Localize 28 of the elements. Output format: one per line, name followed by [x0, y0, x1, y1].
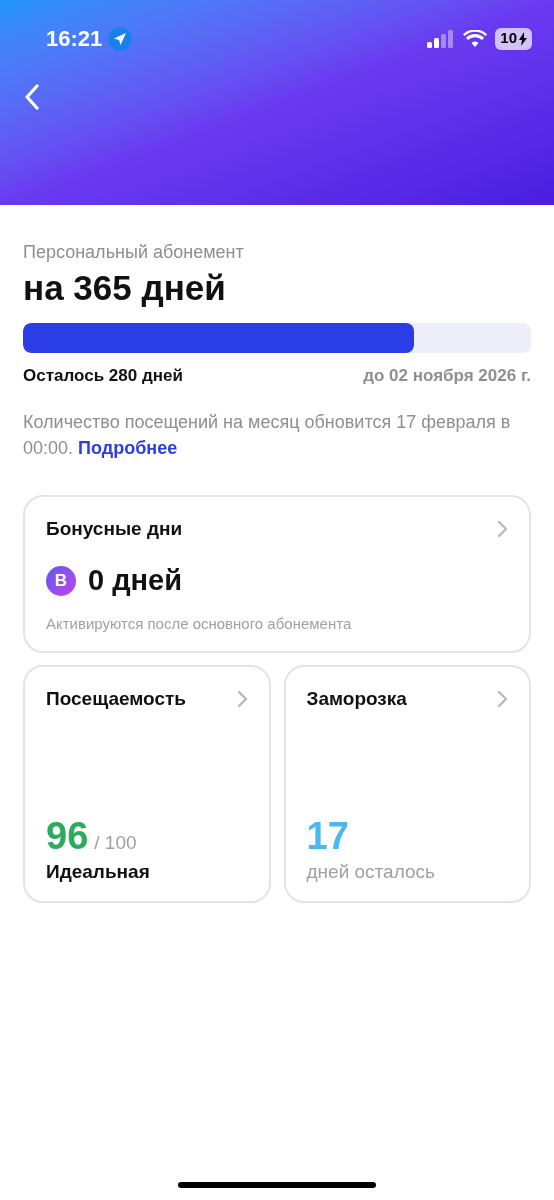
stat-card[interactable]: Заморозка 17 дней осталось — [283, 664, 531, 903]
chevron-right-icon — [497, 689, 508, 708]
subscription-title: на 365 дней — [23, 267, 227, 309]
visits-notice: Количество посещений на месяц обновится 17 февраля в 00:00. Подробнее — [23, 410, 512, 460]
bonus-caption: Активируются после основного абонемента — [46, 613, 353, 634]
battery-indicator: 10 — [495, 27, 532, 50]
stat-value: 17 — [306, 814, 349, 858]
subscription-label: Персональный абонемент — [23, 241, 245, 263]
card-title: Бонусные дни — [46, 516, 183, 541]
stat-card[interactable]: Посещаемость 96/ 100 Идеальная — [23, 664, 271, 903]
chevron-right-icon — [236, 689, 248, 708]
bonus-value: 0 дней — [88, 563, 183, 598]
stat-caption: Идеальная — [46, 860, 151, 884]
signal-icon — [427, 29, 456, 48]
chevron-right-icon — [497, 519, 508, 538]
bonus-badge: B — [46, 565, 76, 596]
stat-value: 96 — [46, 814, 89, 858]
more-link[interactable]: Подробнее — [78, 437, 178, 458]
bolt-icon — [519, 31, 527, 46]
card-title: Заморозка — [306, 686, 407, 711]
stat-max: / 100 — [94, 831, 137, 855]
end-date: до 02 ноября 2026 г. — [363, 365, 531, 387]
card-title: Посещаемость — [46, 686, 186, 711]
status-time: 16:21 — [46, 25, 103, 53]
remaining-days: Осталось 280 дней — [23, 363, 183, 389]
bonus-card[interactable]: Бонусные дни B 0 дней Активируются после основного абонемента — [23, 494, 531, 653]
stat-caption: дней осталось — [306, 860, 436, 884]
wifi-icon — [463, 29, 488, 48]
